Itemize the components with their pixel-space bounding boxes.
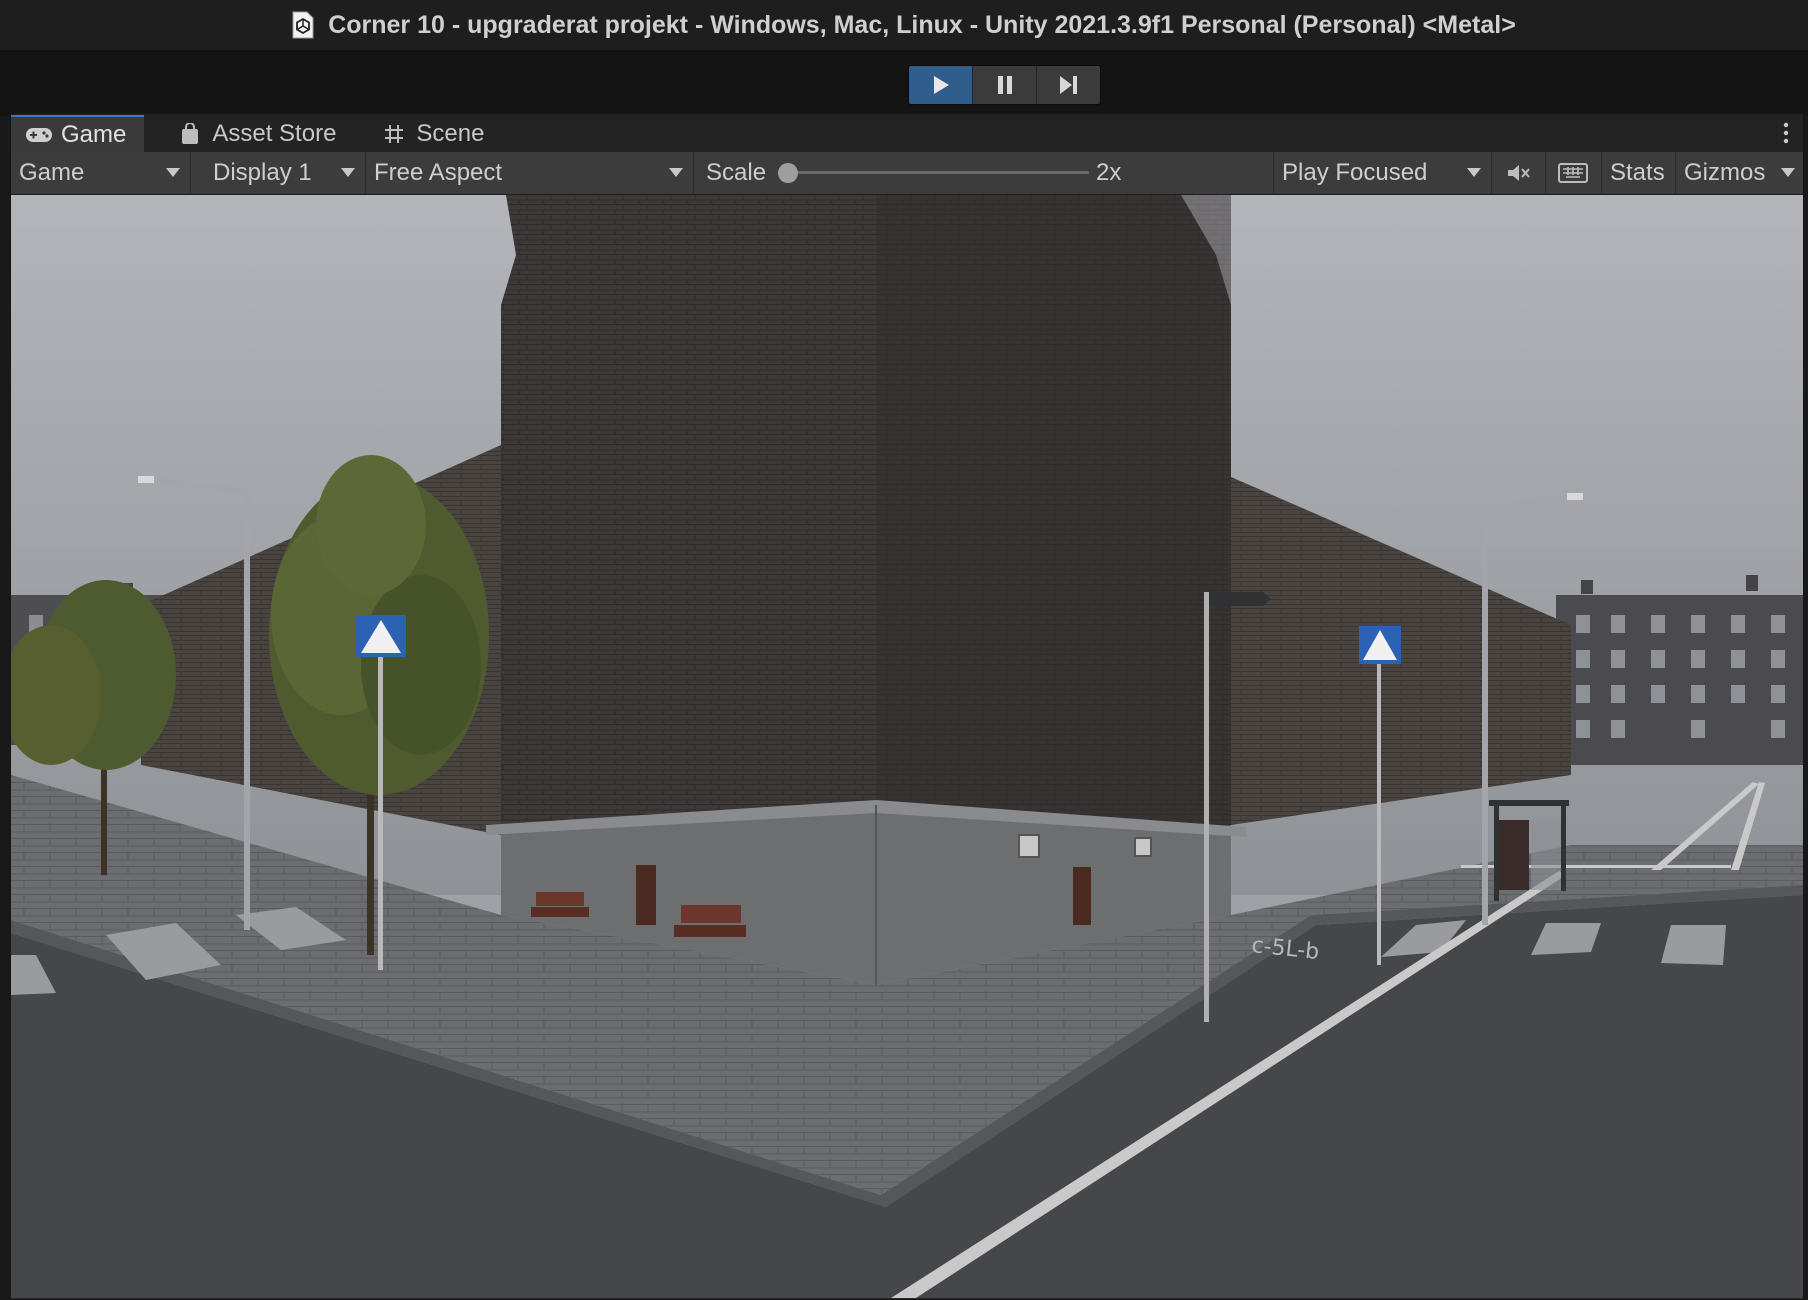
pause-icon: [997, 76, 1012, 94]
more-options-icon[interactable]: [1783, 122, 1789, 144]
step-icon: [1059, 76, 1077, 94]
step-button[interactable]: [1037, 66, 1100, 104]
tab-label: Scene: [416, 119, 485, 147]
chevron-down-icon: [1467, 168, 1481, 177]
tab-bar: Game Asset Store Scene: [11, 114, 1803, 152]
scale-value: 2x: [1096, 159, 1122, 186]
keyboard-icon: [1558, 163, 1588, 183]
shopping-bag-icon: [176, 122, 204, 145]
grid-hash-icon: [380, 123, 408, 145]
game-view-toolbar: Game Display 1 Free Aspect Scale 2x Play…: [11, 152, 1803, 195]
window-title: Corner 10 - upgraderat projekt - Windows…: [328, 10, 1516, 39]
gizmos-label: Gizmos: [1684, 159, 1766, 186]
tab-asset-store[interactable]: Asset Store: [162, 115, 354, 152]
aspect-select-value: Free Aspect: [374, 159, 503, 186]
play-toolbar: [0, 50, 1808, 116]
display-select[interactable]: Display 1: [191, 152, 366, 194]
view-select[interactable]: Game: [11, 152, 191, 194]
scale-slider-handle[interactable]: [778, 163, 798, 183]
aspect-select[interactable]: Free Aspect: [366, 152, 694, 194]
play-mode-value: Play Focused: [1282, 159, 1428, 186]
chevron-down-icon: [166, 168, 180, 177]
scale-control: Scale 2x: [694, 152, 1274, 194]
game-scene-render: c-5L-b: [11, 195, 1803, 1298]
mute-audio-button[interactable]: [1492, 152, 1546, 194]
stats-label: Stats: [1610, 159, 1665, 186]
play-controls: [908, 65, 1101, 105]
pause-button[interactable]: [973, 66, 1037, 104]
play-button[interactable]: [909, 66, 973, 104]
play-icon: [933, 76, 949, 94]
scale-slider-track[interactable]: [794, 171, 1089, 174]
unity-document-icon: [292, 11, 314, 39]
speaker-muted-icon: [1508, 165, 1530, 181]
tab-game[interactable]: Game: [11, 115, 145, 152]
display-select-value: Display 1: [213, 159, 312, 186]
stats-button[interactable]: Stats: [1602, 152, 1676, 194]
chevron-down-icon: [1781, 168, 1795, 177]
view-select-value: Game: [19, 159, 85, 186]
game-window: Game Asset Store Scene Game Display 1 Fr…: [10, 113, 1804, 1300]
window-titlebar: Corner 10 - upgraderat projekt - Windows…: [0, 0, 1808, 50]
chevron-down-icon: [669, 168, 683, 177]
gizmos-button[interactable]: Gizmos: [1676, 152, 1803, 194]
gamepad-icon: [25, 124, 53, 146]
tab-scene[interactable]: Scene: [366, 115, 502, 152]
tab-label: Asset Store: [212, 119, 337, 147]
play-mode-select[interactable]: Play Focused: [1274, 152, 1492, 194]
chevron-down-icon: [341, 168, 355, 177]
game-viewport[interactable]: c-5L-b: [11, 195, 1803, 1298]
tab-label: Game: [61, 120, 127, 148]
shortcuts-button[interactable]: [1546, 152, 1602, 194]
scale-label: Scale: [706, 159, 767, 186]
